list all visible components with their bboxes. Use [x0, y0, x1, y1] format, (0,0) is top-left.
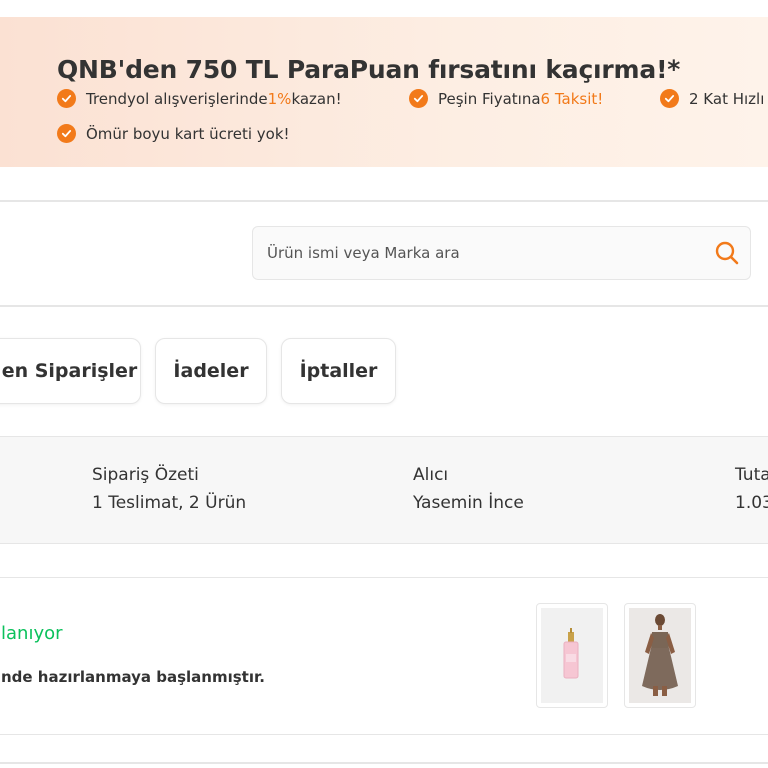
check-icon — [409, 89, 428, 108]
order-status: lanıyor — [1, 623, 63, 644]
order-status-description: nde hazırlanmaya başlanmıştır. — [1, 668, 265, 686]
order-card[interactable]: lanıyor nde hazırlanmaya başlanmıştır. — [0, 577, 768, 735]
perfume-image — [563, 628, 579, 679]
benefit-text: Trendyol alışverişlerinde — [86, 89, 268, 108]
order-header[interactable]: Sipariş Özeti 1 Teslimat, 2 Ürün Alıcı Y… — [0, 436, 768, 544]
benefit-installment: Peşin Fiyatına 6 Taksit! — [409, 89, 603, 108]
promo-banner[interactable]: QNB'den 750 TL ParaPuan fırsatını kaçırm… — [0, 17, 768, 167]
tab-label: İptaller — [299, 360, 378, 382]
benefit-highlight: 1% — [267, 89, 292, 108]
benefit-fast: 2 Kat Hızlı — [660, 89, 764, 108]
search-box[interactable] — [252, 226, 751, 280]
check-icon — [660, 89, 679, 108]
summary-value: 1 Teslimat, 2 Ürün — [92, 493, 247, 513]
benefit-text-end: kazan! — [291, 89, 342, 108]
total-value: 1.03 — [735, 493, 768, 513]
total-label: Tuta — [735, 465, 768, 485]
check-icon — [57, 89, 76, 108]
tab-returns[interactable]: İadeler — [155, 338, 267, 404]
benefit-no-fee: Ömür boyu kart ücreti yok! — [57, 124, 290, 143]
product-thumbnail[interactable] — [624, 603, 696, 708]
search-input[interactable] — [267, 227, 697, 279]
divider — [0, 305, 768, 307]
recipient-label: Alıcı — [413, 465, 449, 485]
tab-cancellations[interactable]: İptaller — [281, 338, 396, 404]
tab-orders[interactable]: en Siparişler — [0, 338, 141, 404]
tab-label: en Siparişler — [1, 360, 138, 382]
search-icon[interactable] — [714, 240, 740, 266]
summary-label: Sipariş Özeti — [92, 465, 199, 485]
tab-label: İadeler — [173, 360, 249, 382]
check-icon — [57, 124, 76, 143]
recipient-value: Yasemin İnce — [413, 493, 524, 513]
model-image — [642, 614, 678, 696]
benefit-highlight: 6 Taksit! — [540, 89, 604, 108]
benefit-text: Ömür boyu kart ücreti yok! — [86, 124, 290, 143]
promo-title: QNB'den 750 TL ParaPuan fırsatını kaçırm… — [57, 55, 681, 84]
benefit-text: 2 Kat Hızlı — [689, 89, 765, 108]
product-thumbnail[interactable] — [536, 603, 608, 708]
benefit-text: Peşin Fiyatına — [438, 89, 541, 108]
divider — [0, 762, 768, 764]
benefit-cashback: Trendyol alışverişlerinde 1% kazan! — [57, 89, 342, 108]
divider — [0, 200, 768, 202]
